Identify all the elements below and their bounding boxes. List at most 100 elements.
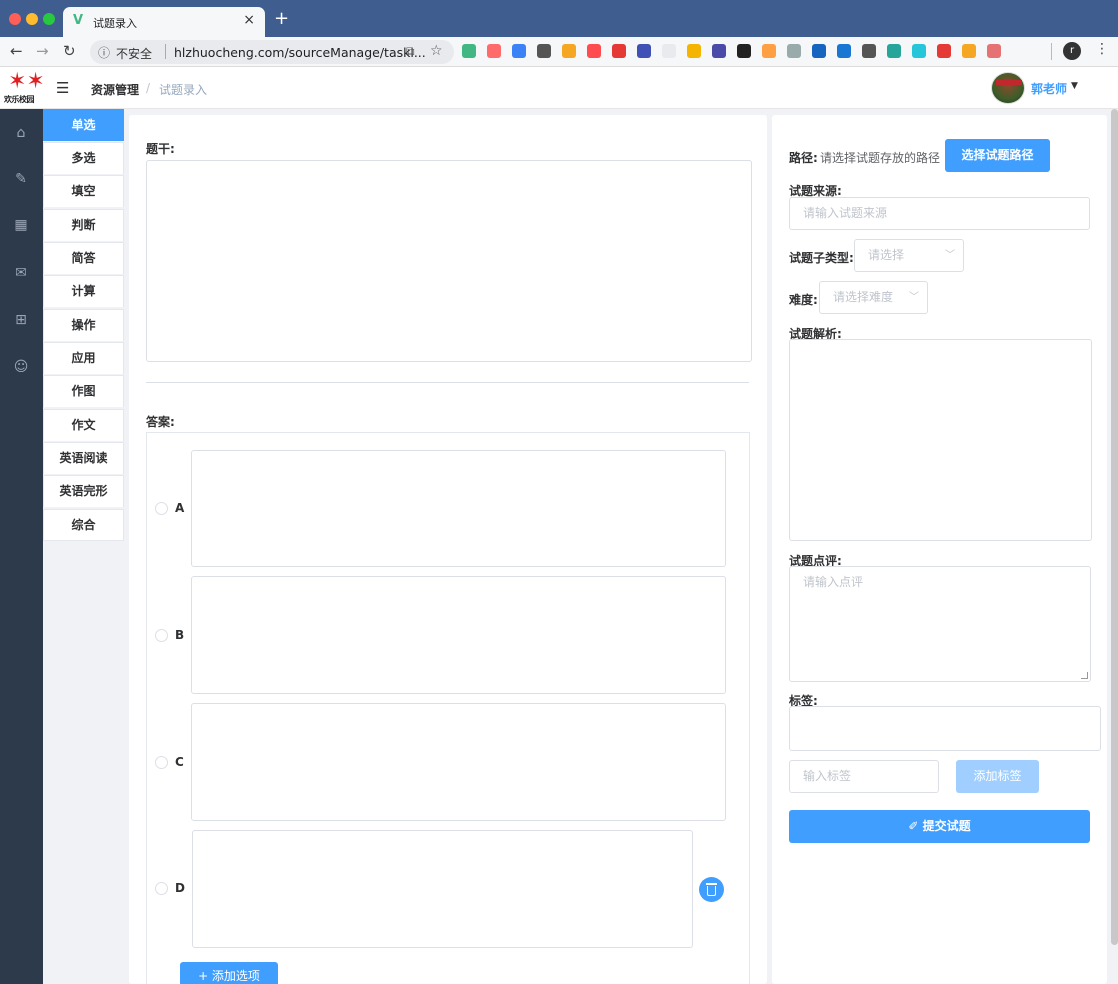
user-icon[interactable]: ☺ bbox=[13, 359, 29, 375]
type-fill-blank[interactable]: 填空 bbox=[43, 175, 124, 207]
browser-extension-icon[interactable] bbox=[587, 44, 601, 58]
choose-path-button[interactable]: 选择试题路径 bbox=[945, 139, 1050, 172]
type-drawing[interactable]: 作图 bbox=[43, 375, 124, 407]
option-d-radio[interactable] bbox=[155, 882, 168, 895]
browser-extension-icon[interactable] bbox=[762, 44, 776, 58]
browser-extension-icon[interactable] bbox=[862, 44, 876, 58]
tags-container bbox=[789, 706, 1101, 751]
trash-icon bbox=[706, 883, 717, 885]
presentation-icon[interactable]: ⊞ bbox=[13, 312, 29, 328]
user-name[interactable]: 郭老师 bbox=[1031, 80, 1067, 97]
browser-extension-icon[interactable] bbox=[887, 44, 901, 58]
source-input[interactable]: 请输入试题来源 bbox=[789, 197, 1090, 230]
option-b-editor[interactable] bbox=[191, 576, 726, 694]
option-d-editor[interactable] bbox=[192, 830, 693, 948]
subtype-label: 试题子类型: bbox=[789, 251, 854, 265]
resize-handle-icon[interactable] bbox=[1081, 672, 1088, 679]
browser-extension-icon[interactable] bbox=[962, 44, 976, 58]
browser-extension-icon[interactable] bbox=[562, 44, 576, 58]
maximize-window-button[interactable] bbox=[43, 13, 55, 25]
bookmark-star-icon[interactable]: ☆ bbox=[430, 43, 443, 59]
url-text[interactable]: hlzhuocheng.com/sourceManage/taskl... bbox=[174, 45, 426, 60]
type-application[interactable]: 应用 bbox=[43, 342, 124, 374]
type-true-false[interactable]: 判断 bbox=[43, 209, 124, 241]
browser-extension-icon[interactable] bbox=[687, 44, 701, 58]
option-c-radio[interactable] bbox=[155, 756, 168, 769]
minimize-window-button[interactable] bbox=[26, 13, 38, 25]
submit-question-button[interactable]: ✐ 提交试题 bbox=[789, 810, 1090, 843]
page-scrollbar[interactable] bbox=[1111, 109, 1118, 945]
inbox-icon[interactable]: ✉ bbox=[13, 265, 29, 281]
breadcrumb-root[interactable]: 资源管理 bbox=[91, 81, 139, 98]
option-a-radio[interactable] bbox=[155, 502, 168, 515]
user-avatar[interactable] bbox=[991, 72, 1025, 104]
browser-menu-icon[interactable]: ⋮ bbox=[1095, 41, 1109, 57]
logo-text: 欢乐校园 bbox=[4, 95, 35, 104]
type-comprehensive[interactable]: 综合 bbox=[43, 509, 124, 541]
type-operation[interactable]: 操作 bbox=[43, 309, 124, 341]
profile-avatar[interactable]: r bbox=[1063, 42, 1081, 60]
browser-extension-icon[interactable] bbox=[612, 44, 626, 58]
difficulty-select[interactable]: 请选择难度 ﹀ bbox=[819, 281, 928, 314]
browser-extension-icon[interactable] bbox=[987, 44, 1001, 58]
option-c-editor[interactable] bbox=[191, 703, 726, 821]
browser-tab-strip: V 试题录入 × + bbox=[0, 0, 1118, 37]
type-multiple-choice[interactable]: 多选 bbox=[43, 142, 124, 174]
delete-option-button[interactable] bbox=[699, 877, 724, 902]
option-a-letter: A bbox=[175, 501, 185, 515]
home-icon[interactable]: ⌂ bbox=[13, 125, 29, 141]
browser-extension-icon[interactable] bbox=[512, 44, 526, 58]
caret-down-icon[interactable]: ▼ bbox=[1071, 81, 1078, 91]
analysis-editor[interactable] bbox=[789, 339, 1092, 541]
browser-extension-icon[interactable] bbox=[812, 44, 826, 58]
breadcrumb-current: 试题录入 bbox=[159, 83, 208, 97]
browser-extension-icon[interactable] bbox=[637, 44, 651, 58]
back-arrow-icon[interactable]: ← bbox=[10, 42, 23, 60]
browser-extension-icon[interactable] bbox=[912, 44, 926, 58]
add-tag-button[interactable]: 添加标签 bbox=[956, 760, 1039, 793]
type-calculation[interactable]: 计算 bbox=[43, 275, 124, 307]
translate-icon[interactable]: ⧉ bbox=[406, 44, 415, 59]
address-bar[interactable]: ⓘ 不安全 hlzhuocheng.com/sourceManage/taskl… bbox=[90, 40, 454, 64]
close-window-button[interactable] bbox=[9, 13, 21, 25]
info-icon[interactable]: ⓘ bbox=[98, 44, 110, 61]
forward-arrow-icon[interactable]: → bbox=[36, 42, 49, 60]
stem-editor[interactable] bbox=[146, 160, 752, 362]
comment-textarea[interactable]: 请输入点评 bbox=[789, 566, 1091, 682]
browser-extension-icon[interactable] bbox=[537, 44, 551, 58]
browser-extension-icon[interactable] bbox=[937, 44, 951, 58]
type-short-answer[interactable]: 简答 bbox=[43, 242, 124, 274]
type-single-choice[interactable]: 单选 bbox=[43, 109, 124, 141]
section-divider bbox=[146, 382, 749, 383]
add-option-button[interactable]: + 添加选项 bbox=[180, 962, 278, 984]
browser-extension-icon[interactable] bbox=[837, 44, 851, 58]
browser-tab[interactable]: V 试题录入 × bbox=[63, 7, 265, 37]
tag-input[interactable]: 输入标签 bbox=[789, 760, 939, 793]
app-header: ✶✶ 欢乐校园 ☰ 资源管理 / 试题录入 郭老师 ▼ bbox=[0, 67, 1118, 109]
browser-toolbar: ← → ↻ ⓘ 不安全 hlzhuocheng.com/sourceManage… bbox=[0, 37, 1118, 67]
new-tab-button[interactable]: + bbox=[274, 8, 289, 29]
school-logo[interactable]: ✶✶ 欢乐校园 bbox=[2, 71, 45, 105]
side-navigation: ⌂ ✎ ▦ ✉ ⊞ ☺ bbox=[0, 109, 43, 984]
answer-label: 答案: bbox=[146, 415, 175, 429]
browser-extension-icon[interactable] bbox=[787, 44, 801, 58]
avatar-banner bbox=[996, 80, 1022, 85]
subtype-select[interactable]: 请选择 ﹀ bbox=[854, 239, 964, 272]
close-tab-icon[interactable]: × bbox=[243, 12, 255, 28]
edit-icon[interactable]: ✎ bbox=[13, 171, 29, 187]
type-essay[interactable]: 作文 bbox=[43, 409, 124, 441]
type-english-cloze[interactable]: 英语完形 bbox=[43, 475, 124, 507]
question-meta-panel: 路径: 请选择试题存放的路径 选择试题路径 试题来源: 请输入试题来源 试题子类… bbox=[772, 115, 1107, 984]
browser-extension-icon[interactable] bbox=[462, 44, 476, 58]
browser-extension-icon[interactable] bbox=[487, 44, 501, 58]
option-a-editor[interactable] bbox=[191, 450, 726, 567]
building-icon[interactable]: ▦ bbox=[13, 217, 29, 233]
type-english-reading[interactable]: 英语阅读 bbox=[43, 442, 124, 474]
path-placeholder: 请选择试题存放的路径 bbox=[820, 151, 941, 165]
browser-extension-icon[interactable] bbox=[737, 44, 751, 58]
reload-icon[interactable]: ↻ bbox=[63, 42, 76, 60]
browser-extension-icon[interactable] bbox=[662, 44, 676, 58]
option-b-radio[interactable] bbox=[155, 629, 168, 642]
menu-toggle-icon[interactable]: ☰ bbox=[56, 79, 69, 97]
browser-extension-icon[interactable] bbox=[712, 44, 726, 58]
